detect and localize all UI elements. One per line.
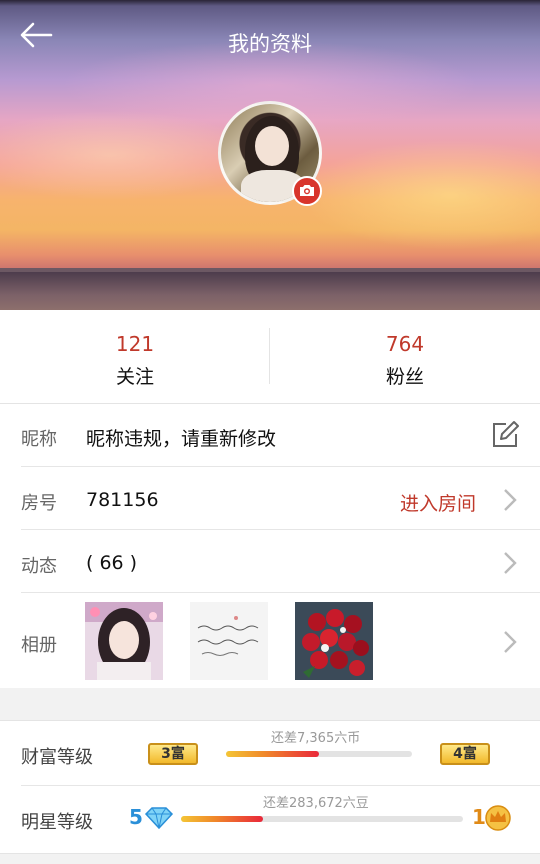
chevron-right-icon [504, 489, 517, 511]
following-stat[interactable]: 121 关注 [0, 310, 270, 404]
room-row[interactable]: 房号 781156 进入房间 [0, 467, 540, 530]
star-progress-fill [181, 816, 263, 822]
wealth-level-row[interactable]: 财富等级 3富 还差7,365六币 4富 [0, 721, 540, 787]
sea [0, 272, 540, 310]
fans-stat[interactable]: 764 粉丝 [270, 310, 540, 404]
wealth-diff-text: 还差7,365六币 [271, 731, 361, 746]
posts-count: ( 66 ) [86, 552, 138, 574]
chevron-right-icon [504, 631, 517, 653]
album-photo[interactable] [85, 602, 163, 680]
enter-room-link[interactable]: 进入房间 [400, 489, 476, 516]
page-title: 我的资料 [228, 32, 312, 56]
star-progress-bar [181, 816, 463, 822]
edit-icon[interactable] [490, 420, 520, 450]
levels-section: 财富等级 3富 还差7,365六币 4富 明星等级 5 还差283,672六豆 … [0, 720, 540, 854]
fans-label: 粉丝 [385, 366, 424, 388]
star-current-level: 5 [129, 805, 143, 829]
room-number: 781156 [86, 489, 159, 511]
stats-bar: 121 关注 764 粉丝 [0, 310, 540, 404]
sky-cloud [300, 140, 540, 250]
album-photo[interactable] [295, 602, 373, 680]
posts-row[interactable]: 动态 ( 66 ) [0, 530, 540, 593]
diamond-icon [144, 807, 174, 830]
wealth-progress-bar [226, 751, 412, 757]
wealth-current-badge: 3富 [148, 743, 198, 765]
profile-list: 昵称 昵称违规，请重新修改 房号 781156 进入房间 动态 ( 66 ) 相… [0, 404, 540, 688]
posts-label: 动态 [21, 556, 57, 577]
chevron-right-icon [504, 552, 517, 574]
crown-icon [485, 805, 511, 831]
nickname-value: 昵称违规，请重新修改 [86, 428, 277, 450]
nickname-label: 昵称 [21, 429, 57, 450]
wealth-next-badge: 4富 [440, 743, 490, 765]
wealth-progress-fill [226, 751, 319, 757]
star-level-label: 明星等级 [21, 812, 93, 833]
fans-count: 764 [385, 332, 425, 356]
album-photo[interactable] [190, 602, 268, 680]
album-label: 相册 [21, 635, 57, 656]
star-diff-text: 还差283,672六豆 [263, 796, 369, 811]
star-level-row[interactable]: 明星等级 5 还差283,672六豆 1 [0, 786, 540, 852]
room-label: 房号 [21, 493, 57, 514]
camera-icon [300, 185, 314, 196]
nickname-row[interactable]: 昵称 昵称违规，请重新修改 [0, 404, 540, 466]
change-avatar-button[interactable] [292, 176, 322, 206]
following-label: 关注 [115, 366, 154, 388]
following-count: 121 [115, 332, 155, 356]
wealth-level-label: 财富等级 [21, 747, 93, 768]
album-row[interactable]: 相册 [0, 593, 540, 688]
